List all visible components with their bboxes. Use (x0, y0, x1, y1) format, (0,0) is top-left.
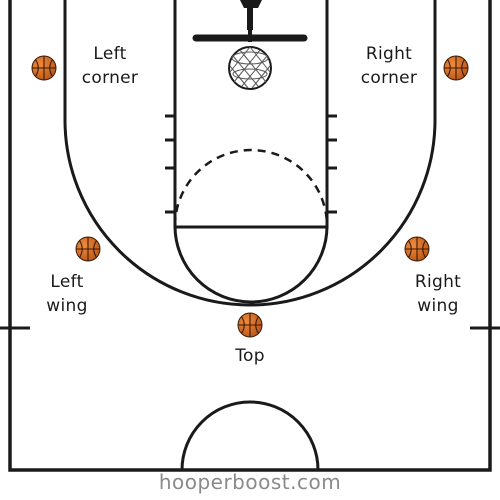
label-left-wing-line1: Left (50, 272, 84, 292)
label-left-corner: Left corner (70, 42, 150, 90)
basketball-icon-left-wing (75, 236, 101, 262)
label-right-wing-line2: wing (417, 296, 459, 316)
basketball-icon-left-corner (31, 55, 57, 81)
lane-hash-marks (165, 114, 337, 214)
label-right-corner-line1: Right (365, 44, 413, 64)
center-circle (180, 400, 320, 471)
watermark: hooperboost.com (158, 470, 342, 494)
label-top: Top (210, 344, 290, 368)
label-left-wing-line2: wing (46, 296, 88, 316)
label-right-corner-line2: corner (360, 68, 418, 88)
label-left-corner-line1: Left (93, 44, 127, 64)
label-right-corner: Right corner (349, 42, 429, 90)
basketball-icon-top (237, 312, 263, 338)
free-throw-circle-bottom (173, 225, 329, 304)
label-top-line1: Top (235, 346, 265, 366)
label-right-wing: Right wing (398, 270, 478, 318)
free-throw-circle-top (173, 148, 329, 227)
label-right-wing-line1: Right (414, 272, 462, 292)
hoop-icon (192, 0, 308, 90)
basketball-icon-right-corner (443, 55, 469, 81)
basketball-icon-right-wing (404, 236, 430, 262)
label-left-corner-line2: corner (81, 68, 139, 88)
label-left-wing: Left wing (27, 270, 107, 318)
